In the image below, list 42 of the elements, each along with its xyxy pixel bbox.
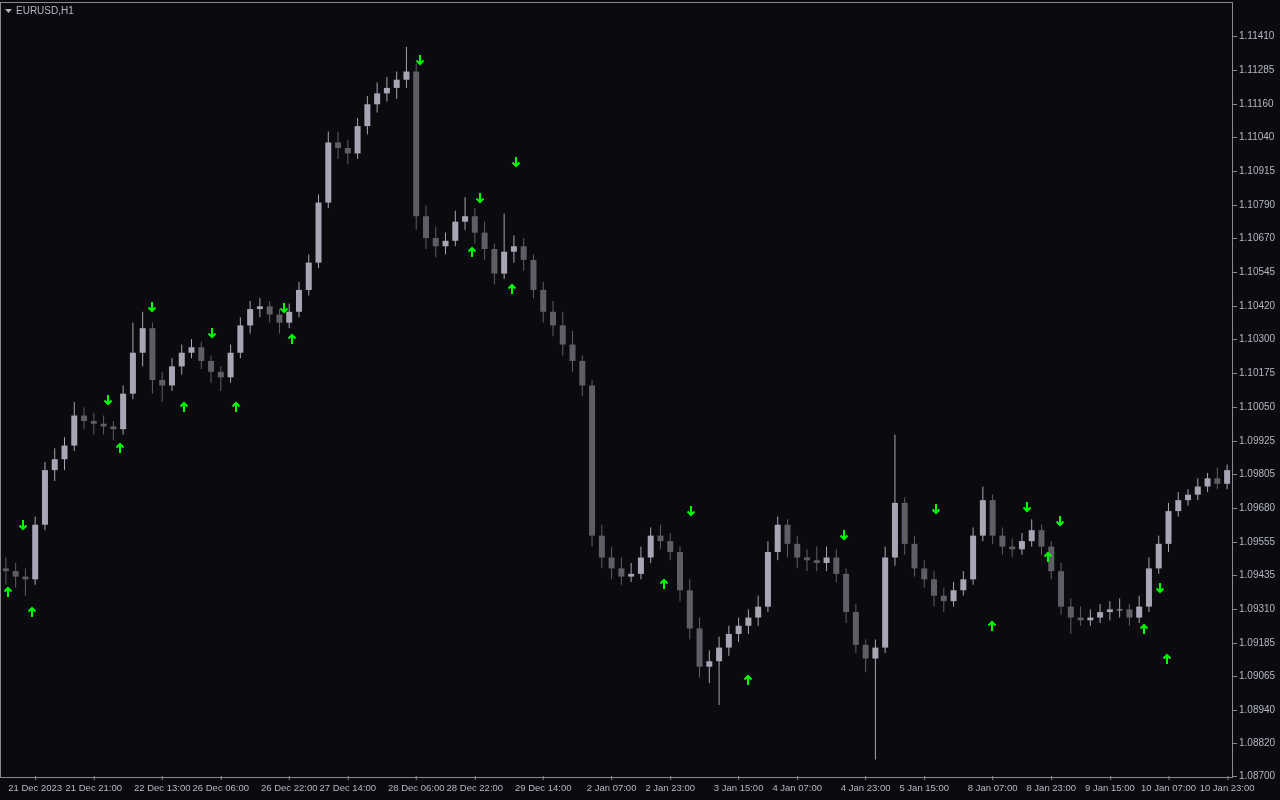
- price-label: 1.10915: [1233, 165, 1276, 178]
- price-label: 1.09680: [1233, 502, 1276, 515]
- time-label: 29 Dec 14:00: [514, 778, 572, 798]
- time-label: 2 Jan 23:00: [645, 778, 696, 798]
- price-label: 1.10670: [1233, 232, 1276, 245]
- time-label: 4 Jan 23:00: [840, 778, 891, 798]
- time-label: 27 Dec 14:00: [319, 778, 377, 798]
- price-label: 1.09310: [1233, 603, 1276, 616]
- price-label: 1.10300: [1233, 333, 1276, 346]
- time-label: 28 Dec 22:00: [446, 778, 504, 798]
- price-label: 1.10545: [1233, 266, 1276, 279]
- time-label: 28 Dec 06:00: [387, 778, 445, 798]
- price-label: 1.09435: [1233, 569, 1276, 582]
- time-label: 21 Dec 2023: [8, 778, 63, 798]
- price-label: 1.08820: [1233, 737, 1276, 750]
- price-label: 1.11285: [1233, 64, 1275, 77]
- price-label: 1.10420: [1233, 300, 1276, 313]
- time-label: 26 Dec 06:00: [192, 778, 250, 798]
- time-label: 22 Dec 13:00: [133, 778, 191, 798]
- chart-title: EURUSD,H1: [16, 5, 74, 16]
- price-label: 1.09185: [1233, 637, 1276, 650]
- price-label: 1.09805: [1233, 468, 1276, 481]
- time-label: 8 Jan 07:00: [967, 778, 1018, 798]
- price-label: 1.09065: [1233, 670, 1276, 683]
- time-label: 26 Dec 22:00: [260, 778, 318, 798]
- price-label: 1.10050: [1233, 401, 1276, 414]
- price-label: 1.11410: [1233, 30, 1275, 43]
- price-label: 1.10790: [1233, 199, 1276, 212]
- time-label: 4 Jan 07:00: [772, 778, 823, 798]
- price-label: 1.09555: [1233, 536, 1276, 549]
- time-label: 5 Jan 15:00: [899, 778, 950, 798]
- time-label: 2 Jan 07:00: [586, 778, 637, 798]
- price-label: 1.11160: [1233, 98, 1274, 111]
- price-label: 1.08940: [1233, 704, 1276, 717]
- time-label: 21 Dec 21:00: [65, 778, 123, 798]
- time-label: 9 Jan 15:00: [1085, 778, 1135, 798]
- time-label: 8 Jan 23:00: [1026, 778, 1077, 798]
- price-label: 1.10175: [1233, 367, 1276, 380]
- price-label: 1.11040: [1233, 131, 1275, 144]
- price-label: 1.09925: [1233, 435, 1276, 448]
- time-label: 10 Jan 07:00: [1141, 778, 1196, 798]
- time-label: 3 Jan 15:00: [713, 778, 764, 798]
